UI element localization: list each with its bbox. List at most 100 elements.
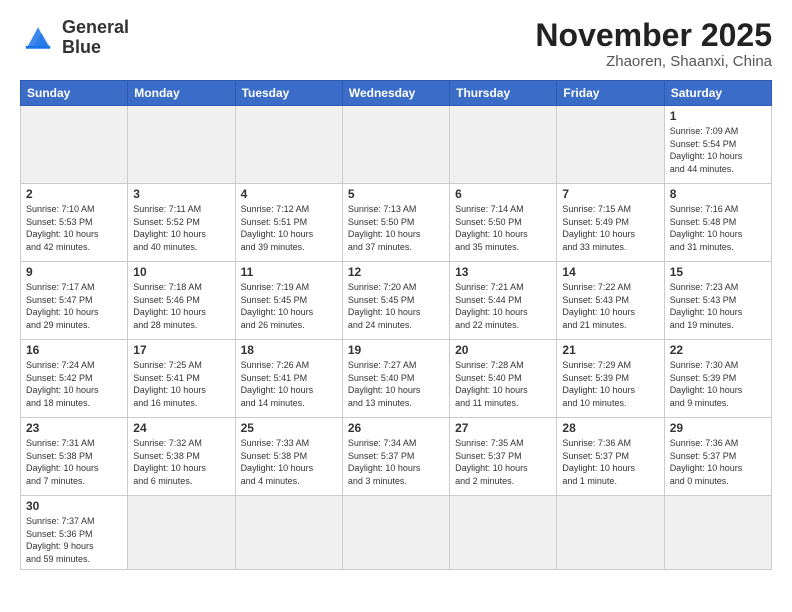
calendar-cell xyxy=(450,496,557,569)
weekday-header: Friday xyxy=(557,81,664,106)
day-number: 5 xyxy=(348,187,444,201)
day-number: 6 xyxy=(455,187,551,201)
day-info: Sunrise: 7:35 AM Sunset: 5:37 PM Dayligh… xyxy=(455,437,551,487)
calendar-cell: 3 Sunrise: 7:11 AM Sunset: 5:52 PM Daylig… xyxy=(128,184,235,262)
day-number: 27 xyxy=(455,421,551,435)
day-info: Sunrise: 7:25 AM Sunset: 5:41 PM Dayligh… xyxy=(133,359,229,409)
calendar-cell xyxy=(557,496,664,569)
day-info: Sunrise: 7:14 AM Sunset: 5:50 PM Dayligh… xyxy=(455,203,551,253)
logo-text: General Blue xyxy=(62,18,129,58)
day-info: Sunrise: 7:34 AM Sunset: 5:37 PM Dayligh… xyxy=(348,437,444,487)
day-info: Sunrise: 7:27 AM Sunset: 5:40 PM Dayligh… xyxy=(348,359,444,409)
day-info: Sunrise: 7:29 AM Sunset: 5:39 PM Dayligh… xyxy=(562,359,658,409)
calendar-cell: 16Sunrise: 7:24 AM Sunset: 5:42 PM Dayli… xyxy=(21,340,128,418)
calendar-cell: 15 Sunrise: 7:23 AM Sunset: 5:43 PM Dayli… xyxy=(664,262,771,340)
calendar-cell: 28 Sunrise: 7:36 AM Sunset: 5:37 PM Dayli… xyxy=(557,418,664,496)
calendar-cell xyxy=(128,106,235,184)
day-info: Sunrise: 7:12 AM Sunset: 5:51 PM Dayligh… xyxy=(241,203,337,253)
logo-line1: General xyxy=(62,17,129,37)
day-number: 29 xyxy=(670,421,766,435)
weekday-header: Sunday xyxy=(21,81,128,106)
day-number: 25 xyxy=(241,421,337,435)
day-info: Sunrise: 7:09 AM Sunset: 5:54 PM Dayligh… xyxy=(670,125,766,175)
day-number: 22 xyxy=(670,343,766,357)
calendar-cell: 13Sunrise: 7:21 AM Sunset: 5:44 PM Dayli… xyxy=(450,262,557,340)
day-info: Sunrise: 7:36 AM Sunset: 5:37 PM Dayligh… xyxy=(670,437,766,487)
calendar-cell: 20Sunrise: 7:28 AM Sunset: 5:40 PM Dayli… xyxy=(450,340,557,418)
weekday-header: Wednesday xyxy=(342,81,449,106)
calendar-cell xyxy=(664,496,771,569)
calendar-cell xyxy=(450,106,557,184)
calendar-cell: 11 Sunrise: 7:19 AM Sunset: 5:45 PM Dayli… xyxy=(235,262,342,340)
calendar-cell: 17Sunrise: 7:25 AM Sunset: 5:41 PM Dayli… xyxy=(128,340,235,418)
calendar-cell: 29 Sunrise: 7:36 AM Sunset: 5:37 PM Dayli… xyxy=(664,418,771,496)
day-number: 3 xyxy=(133,187,229,201)
calendar-cell: 2 Sunrise: 7:10 AM Sunset: 5:53 PM Daylig… xyxy=(21,184,128,262)
day-number: 4 xyxy=(241,187,337,201)
calendar-cell xyxy=(235,106,342,184)
calendar-cell: 21Sunrise: 7:29 AM Sunset: 5:39 PM Dayli… xyxy=(557,340,664,418)
calendar-cell: 7Sunrise: 7:15 AM Sunset: 5:49 PM Daylig… xyxy=(557,184,664,262)
day-number: 2 xyxy=(26,187,122,201)
day-number: 9 xyxy=(26,265,122,279)
calendar-cell: 18 Sunrise: 7:26 AM Sunset: 5:41 PM Dayli… xyxy=(235,340,342,418)
calendar-cell: 5 Sunrise: 7:13 AM Sunset: 5:50 PM Daylig… xyxy=(342,184,449,262)
day-info: Sunrise: 7:22 AM Sunset: 5:43 PM Dayligh… xyxy=(562,281,658,331)
calendar-cell xyxy=(342,106,449,184)
day-number: 14 xyxy=(562,265,658,279)
calendar-cell xyxy=(235,496,342,569)
calendar-week-row: 16Sunrise: 7:24 AM Sunset: 5:42 PM Dayli… xyxy=(21,340,772,418)
weekday-header: Thursday xyxy=(450,81,557,106)
calendar-cell: 22 Sunrise: 7:30 AM Sunset: 5:39 PM Dayli… xyxy=(664,340,771,418)
calendar: SundayMondayTuesdayWednesdayThursdayFrid… xyxy=(20,80,772,569)
day-number: 15 xyxy=(670,265,766,279)
day-number: 24 xyxy=(133,421,229,435)
logo-icon xyxy=(20,20,56,56)
day-info: Sunrise: 7:19 AM Sunset: 5:45 PM Dayligh… xyxy=(241,281,337,331)
page: General Blue November 2025 Zhaoren, Shaa… xyxy=(0,0,792,612)
weekday-header: Saturday xyxy=(664,81,771,106)
day-number: 18 xyxy=(241,343,337,357)
day-info: Sunrise: 7:23 AM Sunset: 5:43 PM Dayligh… xyxy=(670,281,766,331)
day-info: Sunrise: 7:21 AM Sunset: 5:44 PM Dayligh… xyxy=(455,281,551,331)
day-info: Sunrise: 7:16 AM Sunset: 5:48 PM Dayligh… xyxy=(670,203,766,253)
day-info: Sunrise: 7:20 AM Sunset: 5:45 PM Dayligh… xyxy=(348,281,444,331)
day-info: Sunrise: 7:32 AM Sunset: 5:38 PM Dayligh… xyxy=(133,437,229,487)
calendar-header-row: SundayMondayTuesdayWednesdayThursdayFrid… xyxy=(21,81,772,106)
logo-line2: Blue xyxy=(62,37,101,57)
day-info: Sunrise: 7:36 AM Sunset: 5:37 PM Dayligh… xyxy=(562,437,658,487)
day-number: 8 xyxy=(670,187,766,201)
calendar-cell: 19 Sunrise: 7:27 AM Sunset: 5:40 PM Dayli… xyxy=(342,340,449,418)
weekday-header: Monday xyxy=(128,81,235,106)
calendar-cell: 6 Sunrise: 7:14 AM Sunset: 5:50 PM Daylig… xyxy=(450,184,557,262)
calendar-cell: 23 Sunrise: 7:31 AM Sunset: 5:38 PM Dayli… xyxy=(21,418,128,496)
day-number: 30 xyxy=(26,499,122,513)
location: Zhaoren, Shaanxi, China xyxy=(535,53,772,70)
day-info: Sunrise: 7:15 AM Sunset: 5:49 PM Dayligh… xyxy=(562,203,658,253)
day-info: Sunrise: 7:37 AM Sunset: 5:36 PM Dayligh… xyxy=(26,515,122,565)
calendar-cell: 10Sunrise: 7:18 AM Sunset: 5:46 PM Dayli… xyxy=(128,262,235,340)
day-info: Sunrise: 7:28 AM Sunset: 5:40 PM Dayligh… xyxy=(455,359,551,409)
calendar-cell xyxy=(21,106,128,184)
calendar-cell: 1Sunrise: 7:09 AM Sunset: 5:54 PM Daylig… xyxy=(664,106,771,184)
weekday-header: Tuesday xyxy=(235,81,342,106)
calendar-cell xyxy=(342,496,449,569)
calendar-cell: 30 Sunrise: 7:37 AM Sunset: 5:36 PM Dayli… xyxy=(21,496,128,569)
calendar-cell: 24 Sunrise: 7:32 AM Sunset: 5:38 PM Dayli… xyxy=(128,418,235,496)
calendar-cell xyxy=(128,496,235,569)
title-block: November 2025 Zhaoren, Shaanxi, China xyxy=(535,18,772,70)
day-info: Sunrise: 7:26 AM Sunset: 5:41 PM Dayligh… xyxy=(241,359,337,409)
day-info: Sunrise: 7:13 AM Sunset: 5:50 PM Dayligh… xyxy=(348,203,444,253)
day-info: Sunrise: 7:10 AM Sunset: 5:53 PM Dayligh… xyxy=(26,203,122,253)
calendar-cell xyxy=(557,106,664,184)
day-info: Sunrise: 7:11 AM Sunset: 5:52 PM Dayligh… xyxy=(133,203,229,253)
day-info: Sunrise: 7:31 AM Sunset: 5:38 PM Dayligh… xyxy=(26,437,122,487)
day-info: Sunrise: 7:17 AM Sunset: 5:47 PM Dayligh… xyxy=(26,281,122,331)
day-number: 19 xyxy=(348,343,444,357)
day-number: 23 xyxy=(26,421,122,435)
day-number: 28 xyxy=(562,421,658,435)
day-info: Sunrise: 7:30 AM Sunset: 5:39 PM Dayligh… xyxy=(670,359,766,409)
day-number: 11 xyxy=(241,265,337,279)
calendar-cell: 26Sunrise: 7:34 AM Sunset: 5:37 PM Dayli… xyxy=(342,418,449,496)
calendar-week-row: 30 Sunrise: 7:37 AM Sunset: 5:36 PM Dayli… xyxy=(21,496,772,569)
